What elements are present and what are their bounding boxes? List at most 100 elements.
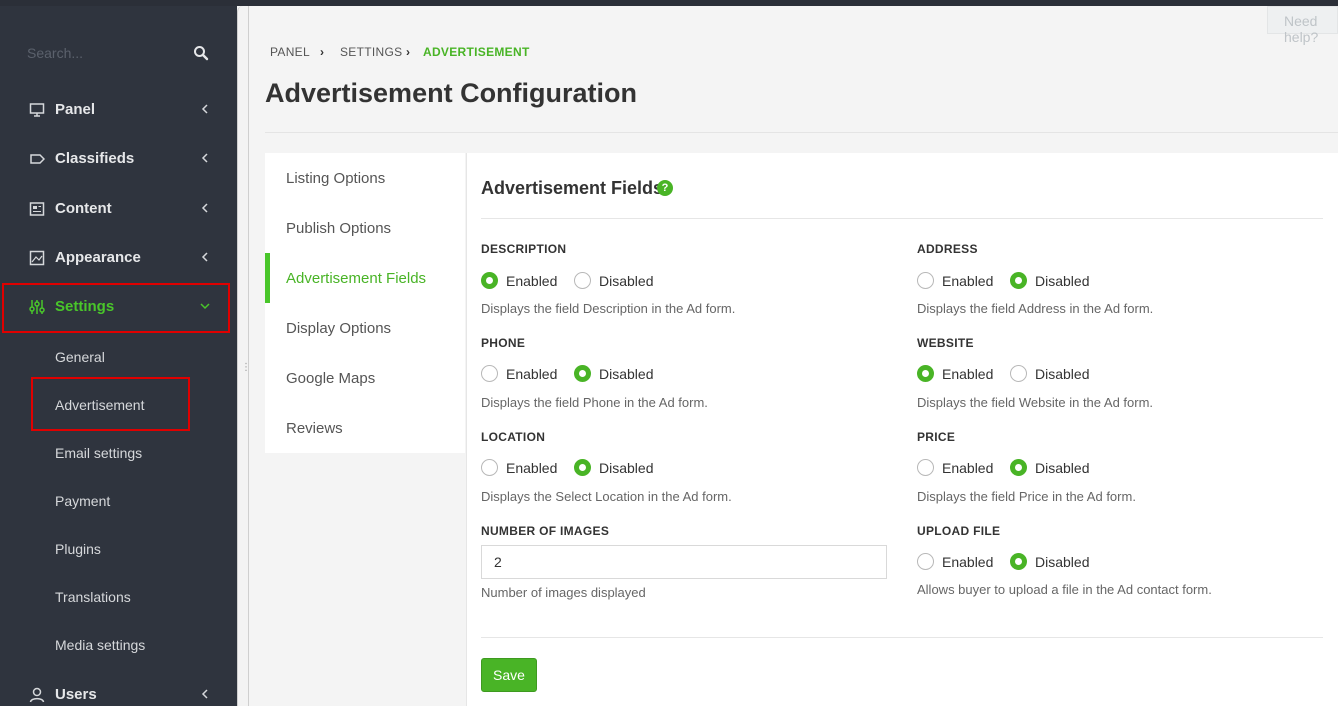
sidebar-item-label: Panel [55, 101, 96, 118]
tab-reviews[interactable]: Reviews [265, 403, 465, 453]
sidebar-search [0, 34, 237, 74]
location-disabled-radio[interactable] [574, 459, 591, 476]
location-label: LOCATION [481, 430, 546, 444]
image-icon [29, 250, 45, 266]
sidebar-item-content[interactable]: Content [0, 185, 237, 233]
upload-file-label: UPLOAD FILE [917, 524, 1001, 538]
chevron-left-icon [201, 689, 208, 699]
price-disabled-radio[interactable] [1010, 459, 1027, 476]
location-help: Displays the Select Location in the Ad f… [481, 489, 732, 504]
title-divider [265, 132, 1338, 133]
search-input[interactable] [27, 42, 177, 64]
section-title: Advertisement Fields [481, 178, 664, 198]
sidebar-subitem-general[interactable]: General [55, 349, 105, 365]
breadcrumb-advertisement: ADVERTISEMENT [423, 45, 530, 59]
radio-label: Disabled [599, 366, 654, 382]
chevron-right-icon: › [320, 45, 325, 59]
website-label: WEBSITE [917, 336, 974, 350]
sidebar-subitem-translations[interactable]: Translations [55, 589, 131, 605]
section-divider [481, 218, 1323, 219]
sidebar-resize-handle[interactable]: ⋮ [237, 6, 251, 706]
save-button[interactable]: Save [481, 658, 537, 692]
address-disabled-radio[interactable] [1010, 272, 1027, 289]
search-icon[interactable] [193, 45, 209, 61]
sidebar-item-label: Classifieds [55, 150, 135, 167]
price-enabled-radio[interactable] [917, 459, 934, 476]
radio-label: Enabled [506, 460, 558, 476]
description-label: DESCRIPTION [481, 242, 567, 256]
breadcrumb-settings[interactable]: SETTINGS [340, 45, 402, 59]
tab-google-maps[interactable]: Google Maps [265, 353, 465, 403]
phone-enabled-radio[interactable] [481, 365, 498, 382]
chevron-left-icon [201, 252, 208, 262]
radio-label: Disabled [1035, 366, 1090, 382]
upload-file-enabled-radio[interactable] [917, 553, 934, 570]
radio-label: Disabled [1035, 554, 1090, 570]
tab-label: Display Options [286, 320, 392, 337]
sidebar-subitem-email-settings[interactable]: Email settings [55, 445, 142, 461]
radio-label: Enabled [506, 366, 558, 382]
page-title: Advertisement Configuration [265, 78, 638, 108]
sidebar-item-appearance[interactable]: Appearance [0, 234, 237, 282]
user-icon [29, 687, 45, 703]
number-of-images-input[interactable] [481, 545, 887, 579]
tab-label: Listing Options [286, 170, 386, 187]
tab-label: Advertisement Fields [286, 270, 427, 287]
tag-icon [30, 154, 45, 164]
description-enabled-radio[interactable] [481, 272, 498, 289]
radio-label: Enabled [942, 460, 994, 476]
upload-file-help: Allows buyer to upload a file in the Ad … [917, 582, 1212, 597]
website-disabled-radio[interactable] [1010, 365, 1027, 382]
radio-label: Enabled [942, 273, 994, 289]
sidebar-item-label: Users [55, 686, 97, 703]
tab-publish-options[interactable]: Publish Options [265, 203, 465, 253]
sidebar-item-classifieds[interactable]: Classifieds [0, 135, 237, 183]
description-disabled-radio[interactable] [574, 272, 591, 289]
breadcrumb-panel[interactable]: PANEL [270, 45, 310, 59]
tab-display-options[interactable]: Display Options [265, 303, 465, 353]
website-enabled-radio[interactable] [917, 365, 934, 382]
radio-label: Enabled [942, 366, 994, 382]
sidebar-item-label: Content [55, 200, 112, 217]
form-divider [481, 637, 1323, 638]
chevron-right-icon: › [406, 45, 411, 59]
help-question-icon[interactable]: ? [657, 180, 673, 196]
chevron-left-icon [201, 104, 208, 114]
sidebar-subitem-plugins[interactable]: Plugins [55, 541, 101, 557]
monitor-icon [29, 103, 45, 117]
sidebar-item-panel[interactable]: Panel [0, 86, 237, 134]
tab-advertisement-fields[interactable]: Advertisement Fields [265, 253, 465, 303]
radio-label: Disabled [1035, 460, 1090, 476]
number-of-images-help: Number of images displayed [481, 585, 646, 600]
price-help: Displays the field Price in the Ad form. [917, 489, 1136, 504]
phone-label: PHONE [481, 336, 526, 350]
sidebar-subitem-payment[interactable]: Payment [55, 493, 110, 509]
radio-label: Enabled [942, 554, 994, 570]
price-label: PRICE [917, 430, 956, 444]
sidebar-item-users[interactable]: Users [0, 671, 237, 706]
chevron-left-icon [201, 203, 208, 213]
advertisement-highlight-box [31, 377, 190, 431]
phone-disabled-radio[interactable] [574, 365, 591, 382]
newspaper-icon [29, 202, 45, 216]
address-help: Displays the field Address in the Ad for… [917, 301, 1154, 316]
number-of-images-label: NUMBER OF IMAGES [481, 524, 610, 538]
sidebar-subitem-media-settings[interactable]: Media settings [55, 637, 145, 653]
tab-listing-options[interactable]: Listing Options [265, 153, 465, 203]
tab-label: Reviews [286, 420, 343, 437]
radio-label: Disabled [1035, 273, 1090, 289]
upload-file-disabled-radio[interactable] [1010, 553, 1027, 570]
settings-tabs: Listing Options Publish Options Advertis… [265, 153, 465, 453]
address-enabled-radio[interactable] [917, 272, 934, 289]
sidebar-item-label: Appearance [55, 249, 141, 266]
website-help: Displays the field Website in the Ad for… [917, 395, 1154, 410]
location-enabled-radio[interactable] [481, 459, 498, 476]
help-button[interactable]: Need help? [1267, 6, 1338, 45]
address-label: ADDRESS [917, 242, 978, 256]
radio-label: Enabled [506, 273, 558, 289]
tab-label: Publish Options [286, 220, 392, 237]
content-panel [466, 153, 1338, 706]
settings-highlight-box [2, 283, 230, 333]
chevron-left-icon [201, 153, 208, 163]
phone-help: Displays the field Phone in the Ad form. [481, 395, 708, 410]
